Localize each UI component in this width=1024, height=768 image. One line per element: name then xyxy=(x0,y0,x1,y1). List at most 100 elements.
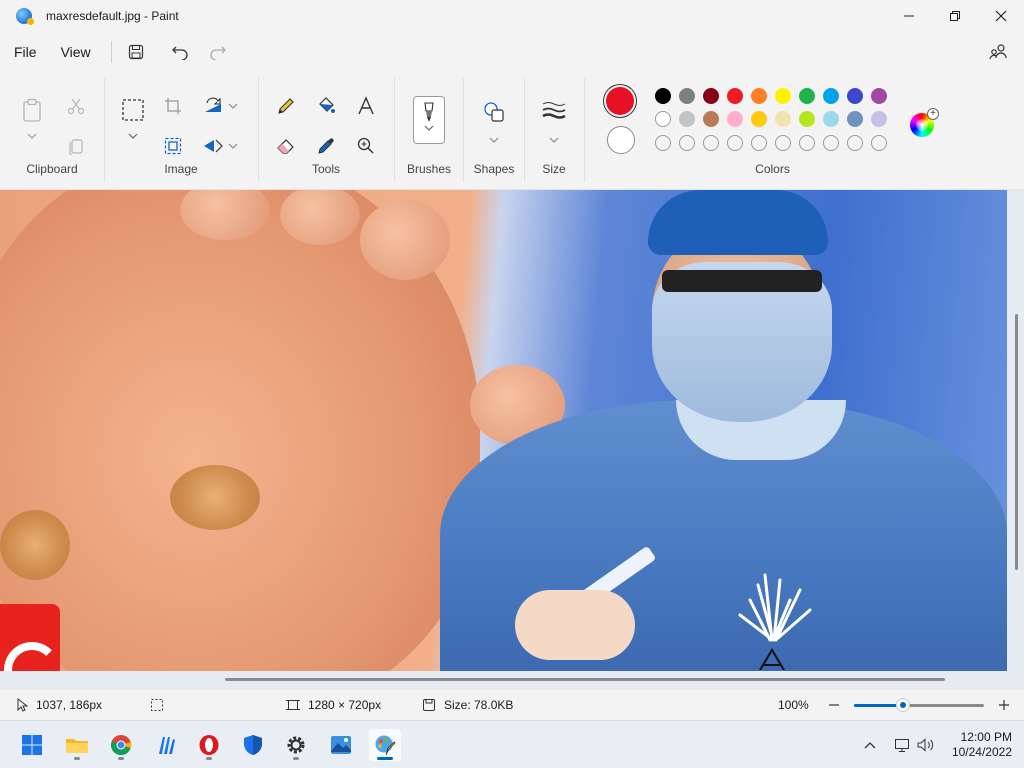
network-button[interactable] xyxy=(890,738,914,752)
color-swatch[interactable] xyxy=(847,111,863,127)
copy-button[interactable] xyxy=(60,130,92,162)
zoom-level[interactable]: 100% xyxy=(778,690,809,720)
custom-color-slot[interactable] xyxy=(823,135,839,151)
cursor-position-status: 1037, 186px xyxy=(16,690,102,720)
custom-color-slot[interactable] xyxy=(751,135,767,151)
color-picker-tool[interactable] xyxy=(310,130,342,162)
pencil-tool[interactable] xyxy=(270,90,302,122)
color-swatch[interactable] xyxy=(655,111,671,127)
start-button[interactable] xyxy=(16,729,48,761)
tools-group: Tools xyxy=(259,78,393,184)
zoom-out-button[interactable] xyxy=(828,690,840,720)
color-swatch[interactable] xyxy=(871,111,887,127)
surgeon-image xyxy=(440,190,1007,671)
color-swatch[interactable] xyxy=(679,111,695,127)
eraser-tool[interactable] xyxy=(270,130,302,162)
chevron-down-icon xyxy=(424,125,434,131)
vertical-scrollbar[interactable] xyxy=(1015,314,1018,570)
select-button[interactable] xyxy=(117,94,149,126)
menu-file[interactable]: File xyxy=(2,36,49,68)
canvas-image[interactable] xyxy=(0,190,1007,671)
zoom-in-button[interactable] xyxy=(998,690,1010,720)
canvas-area[interactable] xyxy=(0,190,1024,690)
taskbar-file-explorer[interactable] xyxy=(61,729,93,761)
undo-button[interactable] xyxy=(164,36,196,68)
rotate-button[interactable] xyxy=(197,90,229,122)
horizontal-scrollbar[interactable] xyxy=(225,678,945,681)
custom-color-slot[interactable] xyxy=(655,135,671,151)
color-swatch[interactable] xyxy=(823,88,839,104)
gear-icon xyxy=(287,736,305,754)
color-swatch[interactable] xyxy=(751,88,767,104)
resize-icon xyxy=(164,137,182,155)
color-swatch[interactable] xyxy=(679,88,695,104)
color-swatch[interactable] xyxy=(751,111,767,127)
taskbar-app-store[interactable] xyxy=(150,729,182,761)
taskbar-defender[interactable] xyxy=(237,729,269,761)
taskbar-chrome[interactable] xyxy=(105,729,137,761)
secondary-color[interactable] xyxy=(607,126,635,154)
file-size-status: Size: 78.0KB xyxy=(422,690,513,720)
color-swatch[interactable] xyxy=(847,88,863,104)
color-swatch[interactable] xyxy=(655,88,671,104)
custom-color-slot[interactable] xyxy=(703,135,719,151)
chevron-down-icon xyxy=(549,137,559,143)
custom-color-slot[interactable] xyxy=(775,135,791,151)
minimize-button[interactable] xyxy=(886,0,932,32)
app-store-icon xyxy=(159,737,175,754)
zoom-slider-thumb[interactable] xyxy=(896,698,911,712)
custom-color-slot[interactable] xyxy=(799,135,815,151)
flip-dropdown[interactable] xyxy=(227,140,239,152)
color-swatch[interactable] xyxy=(871,88,887,104)
custom-color-slot[interactable] xyxy=(871,135,887,151)
taskbar: 12:00 PM 10/24/2022 xyxy=(0,720,1024,768)
color-swatch[interactable] xyxy=(703,88,719,104)
color-swatch[interactable] xyxy=(823,111,839,127)
redo-button[interactable] xyxy=(202,36,234,68)
primary-color[interactable] xyxy=(606,87,634,115)
taskbar-clock[interactable]: 12:00 PM 10/24/2022 xyxy=(952,730,1012,760)
color-swatch[interactable] xyxy=(727,88,743,104)
text-tool[interactable] xyxy=(350,90,382,122)
select-dropdown[interactable] xyxy=(127,130,139,142)
rotate-dropdown[interactable] xyxy=(227,100,239,112)
maximize-button[interactable] xyxy=(932,0,978,32)
taskbar-photos[interactable] xyxy=(325,729,357,761)
zoom-slider[interactable] xyxy=(854,698,984,712)
menu-view[interactable]: View xyxy=(49,36,103,68)
taskbar-paint[interactable] xyxy=(369,729,401,761)
magnifier-tool[interactable] xyxy=(350,130,382,162)
color-swatch[interactable] xyxy=(775,111,791,127)
custom-color-slot[interactable] xyxy=(847,135,863,151)
tray-overflow-button[interactable] xyxy=(860,741,880,749)
folder-icon xyxy=(66,739,88,753)
taskbar-settings[interactable] xyxy=(280,729,312,761)
brushes-button[interactable] xyxy=(413,96,445,144)
share-button[interactable] xyxy=(982,36,1014,68)
flip-button[interactable] xyxy=(197,130,229,162)
paste-dropdown[interactable] xyxy=(26,130,38,142)
color-swatch[interactable] xyxy=(799,88,815,104)
custom-color-slot[interactable] xyxy=(679,135,695,151)
size-dropdown[interactable] xyxy=(548,134,560,146)
paste-button[interactable] xyxy=(16,94,48,126)
save-button[interactable] xyxy=(120,36,152,68)
close-button[interactable] xyxy=(978,0,1024,32)
color-swatch[interactable] xyxy=(727,111,743,127)
resize-button[interactable] xyxy=(157,130,189,162)
color-swatch[interactable] xyxy=(799,111,815,127)
fill-tool[interactable] xyxy=(310,90,342,122)
shapes-button[interactable] xyxy=(478,96,510,128)
color-swatch[interactable] xyxy=(775,88,791,104)
taskbar-opera[interactable] xyxy=(193,729,225,761)
cursor-position-text: 1037, 186px xyxy=(36,698,103,712)
edit-colors-button[interactable]: + xyxy=(910,108,939,137)
crop-button[interactable] xyxy=(157,90,189,122)
size-button[interactable] xyxy=(538,94,570,126)
volume-button[interactable] xyxy=(914,738,938,752)
colors-label: Colors xyxy=(755,162,790,176)
cut-button[interactable] xyxy=(60,90,92,122)
shapes-dropdown[interactable] xyxy=(488,134,500,146)
color-swatch[interactable] xyxy=(703,111,719,127)
custom-color-slot[interactable] xyxy=(727,135,743,151)
